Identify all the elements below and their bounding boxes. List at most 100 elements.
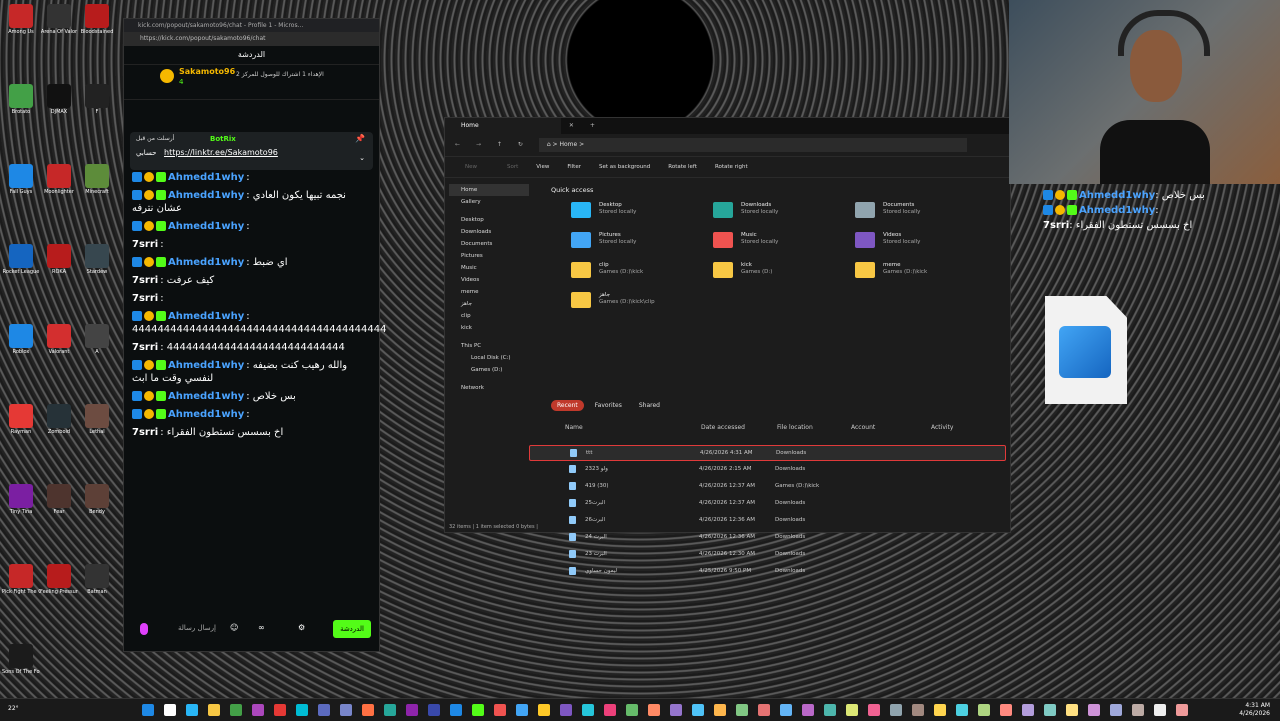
taskbar-app-icon[interactable]	[1044, 704, 1056, 716]
sidebar-item[interactable]: Home	[449, 184, 529, 196]
chat-username[interactable]: Ahmedd1why	[168, 360, 244, 371]
quick-access-item[interactable]: جاهز Games (D:)\kick\clip	[571, 290, 711, 316]
filter-shared[interactable]: Shared	[633, 400, 666, 411]
taskbar-app-icon[interactable]	[208, 704, 220, 716]
taskbar-app-icon[interactable]	[802, 704, 814, 716]
taskbar-app-icon[interactable]	[538, 704, 550, 716]
close-tab-icon[interactable]: ✕	[569, 122, 574, 129]
file-row[interactable]: ttt 4/26/2026 4:31 AM Downloads	[529, 445, 1006, 461]
chat-username[interactable]: 7srri	[132, 293, 158, 304]
chat-username[interactable]: Ahmedd1why	[168, 409, 244, 420]
chat-username[interactable]: Ahmedd1why	[168, 391, 244, 402]
pinned-link[interactable]: https://linktr.ee/Sakamoto96	[164, 148, 278, 157]
desktop-icon[interactable]: Bendy	[78, 484, 116, 515]
taskbar-app-icon[interactable]	[274, 704, 286, 716]
chat-username[interactable]: Ahmedd1why	[168, 172, 244, 183]
chat-username[interactable]: Ahmedd1why	[168, 221, 244, 232]
desktop-icon[interactable]: Fear	[40, 484, 78, 515]
taskbar-app-icon[interactable]	[846, 704, 858, 716]
taskbar-app-icon[interactable]	[516, 704, 528, 716]
desktop-icon[interactable]: Lethal	[78, 404, 116, 435]
desktop-icon[interactable]: Moonlighter	[40, 164, 78, 195]
sidebar-item[interactable]: Desktop	[449, 214, 529, 226]
chat-input[interactable]: إرسال رسالة	[178, 624, 216, 632]
taskbar-app-icon[interactable]	[582, 704, 594, 716]
taskbar-app-icon[interactable]	[164, 704, 176, 716]
file-row[interactable]: 2323 ولو 4/26/2026 2:15 AM Downloads	[529, 462, 1004, 476]
toolbar-view[interactable]: View	[536, 164, 549, 170]
desktop-icon[interactable]: Rayman	[2, 404, 40, 435]
sidebar-item[interactable]: Pictures	[449, 250, 529, 262]
taskbar-app-icon[interactable]	[780, 704, 792, 716]
quick-access-item[interactable]: clip Games (D:)\kick	[571, 260, 711, 286]
taskbar-app-icon[interactable]	[626, 704, 638, 716]
taskbar-app-icon[interactable]	[296, 704, 308, 716]
toolbar-new[interactable]: New	[465, 164, 477, 170]
sidebar-item[interactable]: Documents	[449, 238, 529, 250]
url-bar[interactable]: https://kick.com/popout/sakamoto96/chat	[124, 32, 379, 46]
column-header[interactable]: Account	[851, 424, 875, 431]
taskbar-app-icon[interactable]	[978, 704, 990, 716]
taskbar-app-icon[interactable]	[692, 704, 704, 716]
tab-home[interactable]: Home	[445, 118, 561, 134]
column-header[interactable]: Date accessed	[701, 424, 745, 431]
chat-username[interactable]: Ahmedd1why	[168, 257, 244, 268]
taskbar-app-icon[interactable]	[890, 704, 902, 716]
chat-username[interactable]: 7srri	[132, 275, 158, 286]
sidebar-item[interactable]: Network	[449, 382, 529, 394]
chat-username[interactable]: Ahmedd1why	[168, 190, 244, 201]
taskbar-app-icon[interactable]	[1154, 704, 1166, 716]
taskbar-app-icon[interactable]	[824, 704, 836, 716]
desktop-icon[interactable]: Roblox	[2, 324, 40, 355]
desktop-icon[interactable]: Feeling Pressure	[40, 564, 78, 595]
toolbar-set-as-background[interactable]: Set as background	[599, 164, 650, 170]
taskbar-app-icon[interactable]	[384, 704, 396, 716]
pin-icon[interactable]: 📌	[355, 134, 365, 143]
toolbar-sort[interactable]: Sort	[507, 164, 518, 170]
quick-access-item[interactable]: meme Games (D:)\kick	[855, 260, 995, 286]
taskbar-app-icon[interactable]	[912, 704, 924, 716]
sidebar-item[interactable]: Downloads	[449, 226, 529, 238]
back-icon[interactable]: ←	[455, 141, 460, 148]
desktop-icon[interactable]: Zomboid	[40, 404, 78, 435]
desktop-icon[interactable]: Tiny Tina	[2, 484, 40, 515]
sidebar-item[interactable]: Games (D:)	[449, 364, 529, 376]
taskbar-app-icon[interactable]	[318, 704, 330, 716]
quick-access-heading[interactable]: Quick access	[551, 184, 1005, 196]
quick-access-item[interactable]: Music Stored locally	[713, 230, 853, 256]
taskbar-app-icon[interactable]	[648, 704, 660, 716]
chat-username[interactable]: 7srri	[132, 342, 158, 353]
desktop-icon[interactable]: Bloodstained	[78, 4, 116, 35]
taskbar-app-icon[interactable]	[230, 704, 242, 716]
sidebar-item[interactable]: Local Disk (C:)	[449, 352, 529, 364]
desktop-icon[interactable]: ROKA	[40, 244, 78, 275]
desktop-icon[interactable]: F	[78, 84, 116, 115]
quick-access-item[interactable]: Downloads Stored locally	[713, 200, 853, 226]
toolbar-filter[interactable]: Filter	[567, 164, 581, 170]
quick-access-item[interactable]: Videos Stored locally	[855, 230, 995, 256]
sidebar-item[interactable]: Music	[449, 262, 529, 274]
taskbar-app-icon[interactable]	[1066, 704, 1078, 716]
desktop-icon[interactable]: Fall Guys	[2, 164, 40, 195]
taskbar-app-icon[interactable]	[186, 704, 198, 716]
sidebar-item[interactable]: Gallery	[449, 196, 529, 208]
taskbar-app-icon[interactable]	[1110, 704, 1122, 716]
desktop-icon[interactable]: A	[78, 324, 116, 355]
chevron-down-icon[interactable]: ⌄	[359, 154, 365, 162]
quick-access-item[interactable]: Pictures Stored locally	[571, 230, 711, 256]
desktop-icon[interactable]: Arena Of Valor	[40, 4, 78, 35]
sidebar-item[interactable]: clip	[449, 310, 529, 322]
send-button[interactable]: الدردشة	[333, 620, 371, 638]
desktop-icon[interactable]: Stardew	[78, 244, 116, 275]
taskbar-app-icon[interactable]	[1022, 704, 1034, 716]
desktop-icon[interactable]: Among Us	[2, 4, 40, 35]
desktop-icon[interactable]: Valorant	[40, 324, 78, 355]
emoji-icon[interactable]: ☺	[230, 623, 238, 632]
taskbar-app-icon[interactable]	[428, 704, 440, 716]
taskbar-app-icon[interactable]	[340, 704, 352, 716]
up-icon[interactable]: ↑	[497, 141, 502, 148]
column-header[interactable]: File location	[777, 424, 813, 431]
file-row[interactable]: 25البرت 4/26/2026 12:37 AM Downloads	[529, 496, 1004, 510]
sidebar-item[interactable]: Videos	[449, 274, 529, 286]
weather-widget[interactable]: 22°	[8, 705, 19, 712]
